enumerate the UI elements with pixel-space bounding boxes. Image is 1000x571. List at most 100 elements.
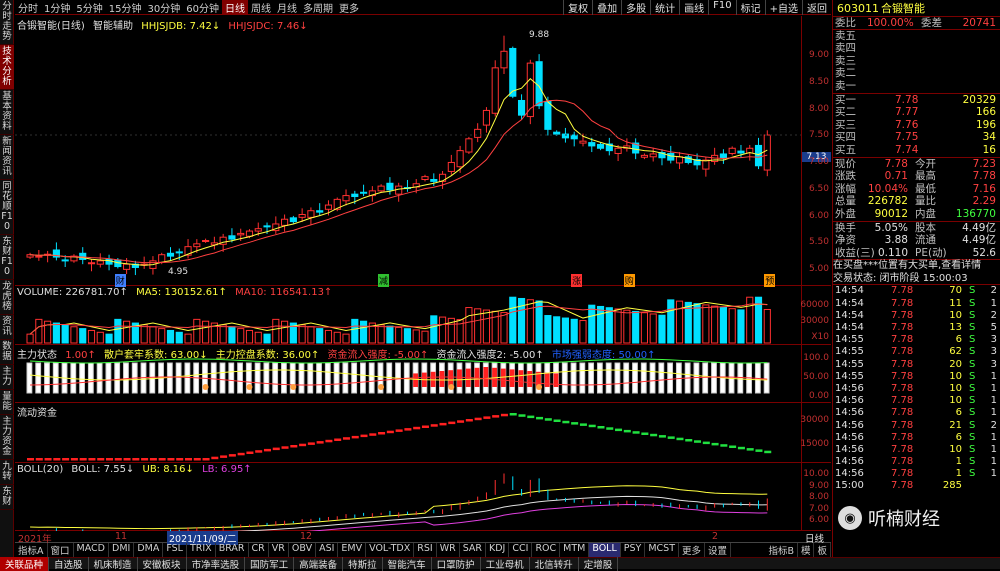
sector-tab-8[interactable]: 智能汽车 (383, 556, 432, 571)
top-action-0[interactable]: 复权 (563, 0, 592, 15)
period-tab-1[interactable]: 1分钟 (41, 0, 73, 15)
sector-tab-11[interactable]: 北信转升 (530, 556, 579, 571)
candle (763, 134, 771, 171)
tick-time: 14:55 (835, 358, 864, 370)
candle (377, 185, 385, 192)
sector-tab-1[interactable]: 自选股 (49, 556, 89, 571)
indicator-tab-25[interactable]: 设置 (705, 542, 732, 557)
sector-tab-9[interactable]: 口罩防护 (432, 556, 481, 571)
period-tab-6[interactable]: 日线 (221, 0, 248, 15)
left-tab-7[interactable]: 资讯 (0, 315, 14, 340)
indicator-tab-16[interactable]: SAR (460, 542, 486, 557)
indicator-tab-17[interactable]: KDJ (486, 542, 510, 557)
sector-tab-7[interactable]: 特斯拉 (343, 556, 383, 571)
volume-bar (438, 316, 447, 344)
buy-row: 买四 7.75 34 (833, 131, 1000, 144)
left-tab-8[interactable]: 数据 (0, 340, 14, 365)
period-tab-0[interactable]: 分时 (15, 0, 41, 15)
indicator-right-2[interactable]: 板 (814, 542, 831, 557)
indicator-tab-0[interactable]: 指标A (15, 542, 48, 557)
indicator-tab-15[interactable]: WR (437, 542, 460, 557)
left-tab-3[interactable]: 新闻资讯 (0, 135, 14, 180)
top-action-6[interactable]: 标记 (735, 0, 765, 15)
left-tab-1[interactable]: 技术分析 (0, 45, 14, 90)
indicator-tab-24[interactable]: 更多 (679, 542, 706, 557)
quote-value: 90012 (874, 207, 908, 220)
period-tab-8[interactable]: 月线 (274, 0, 300, 15)
period-tab-3[interactable]: 15分钟 (106, 0, 145, 15)
sector-tab-12[interactable]: 定增股 (579, 556, 619, 571)
main-state-panel[interactable]: 主力状态 1.00↑ 散户套牢系数: 63.00↓ 主力控盘系数: 36.00↑… (15, 345, 801, 403)
sector-tab-4[interactable]: 市净率选股 (187, 556, 246, 571)
sector-tab-3[interactable]: 安徽板块 (138, 556, 187, 571)
top-action-1[interactable]: 叠加 (592, 0, 621, 15)
buy-price: 7.77 (895, 106, 919, 119)
candlestick-panel[interactable]: 合锻智能(日线) 智能辅助 HHJSJDB: 7.42↓ HHJSJDC: 7.… (15, 16, 801, 287)
left-tab-2[interactable]: 基本资料 (0, 90, 14, 135)
volume-bar (35, 318, 43, 344)
left-tab-12[interactable]: 九转 (0, 460, 14, 485)
big-order-notice[interactable]: 在买盘***位置有大买单,查看详情 (833, 260, 1000, 273)
sector-tab-5[interactable]: 国防军工 (245, 556, 295, 571)
boll-panel[interactable]: BOLL(20) BOLL: 7.55↓ UB: 8.16↓ LB: 6.95↑ (15, 463, 801, 531)
indicator-tab-5[interactable]: FSL (163, 542, 187, 557)
left-tab-10[interactable]: 量能 (0, 390, 14, 415)
sector-tab-6[interactable]: 高端装备 (294, 556, 344, 571)
indicator-tab-7[interactable]: BRAR (216, 542, 249, 557)
left-tab-4[interactable]: 同花顺F10 (0, 180, 14, 235)
top-action-4[interactable]: 画线 (679, 0, 708, 15)
candle (491, 67, 499, 114)
indicator-tab-3[interactable]: DMI (109, 542, 135, 557)
indicator-tab-4[interactable]: DMA (134, 542, 164, 557)
boll-upper-line (30, 485, 768, 530)
period-tab-9[interactable]: 多周期 (300, 0, 336, 15)
period-tab-4[interactable]: 30分钟 (144, 0, 183, 15)
flow-bar (184, 458, 192, 461)
indicator-tab-13[interactable]: VOL-TDX (366, 542, 415, 557)
volume-bar (544, 315, 552, 344)
sector-tab-10[interactable]: 工业母机 (481, 556, 530, 571)
volume-bar (482, 309, 491, 344)
top-action-3[interactable]: 统计 (650, 0, 679, 15)
sector-tab-0[interactable]: 关联品种 (0, 556, 50, 571)
sector-tab-2[interactable]: 机床制造 (89, 556, 138, 571)
indicator-tab-9[interactable]: VR (269, 542, 289, 557)
indicator-tab-11[interactable]: ASI (316, 542, 339, 557)
flow-bar (483, 416, 491, 419)
period-tab-2[interactable]: 5分钟 (73, 0, 105, 15)
left-tab-11[interactable]: 主力资金 (0, 415, 14, 460)
indicator-tab-10[interactable]: OBV (289, 542, 317, 557)
indicator-tab-8[interactable]: CR (249, 542, 269, 557)
indicator-tab-2[interactable]: MACD (74, 542, 109, 557)
left-tab-13[interactable]: 东财 (0, 485, 14, 510)
top-action-5[interactable]: F10 (708, 0, 735, 15)
period-tab-5[interactable]: 60分钟 (183, 0, 222, 15)
indicator-tab-22[interactable]: PSY (621, 542, 646, 557)
y-tick-label: 7.50 (808, 130, 829, 141)
top-action-2[interactable]: 多股 (621, 0, 650, 15)
left-tab-6[interactable]: 龙虎榜 (0, 280, 14, 315)
left-tab-9[interactable]: 主力 (0, 365, 14, 390)
indicator-tab-19[interactable]: ROC (532, 542, 561, 557)
left-tab-5[interactable]: 东财F10 (0, 235, 14, 280)
indicator-right-1[interactable]: 模 (798, 542, 815, 557)
indicator-right-0[interactable]: 指标B (765, 542, 798, 557)
top-action-7[interactable]: +自选 (764, 0, 802, 15)
indicator-tab-1[interactable]: 窗口 (48, 542, 74, 557)
indicator-tab-18[interactable]: CCI (509, 542, 533, 557)
buy-label: 买二 (835, 106, 856, 119)
indicator-tab-21[interactable]: BOLL (589, 542, 621, 557)
indicator-tab-12[interactable]: EMV (338, 542, 367, 557)
indicator-tab-6[interactable]: TRIX (187, 542, 216, 557)
indicator-tab-20[interactable]: MTM (560, 542, 590, 557)
period-tab-10[interactable]: 更多 (336, 0, 362, 15)
candle (158, 254, 166, 263)
period-tab-7[interactable]: 周线 (248, 0, 274, 15)
candle (245, 230, 254, 237)
flow-panel[interactable]: 流动资金 (15, 403, 801, 463)
left-tab-0[interactable]: 分时走势 (0, 0, 14, 45)
volume-panel[interactable]: VOLUME: 226781.70↑ MA5: 130152.61↑ MA10:… (15, 286, 801, 345)
indicator-tab-14[interactable]: RSI (414, 542, 437, 557)
indicator-tab-23[interactable]: MCST (645, 542, 680, 557)
top-action-8[interactable]: 返回 (802, 0, 831, 15)
